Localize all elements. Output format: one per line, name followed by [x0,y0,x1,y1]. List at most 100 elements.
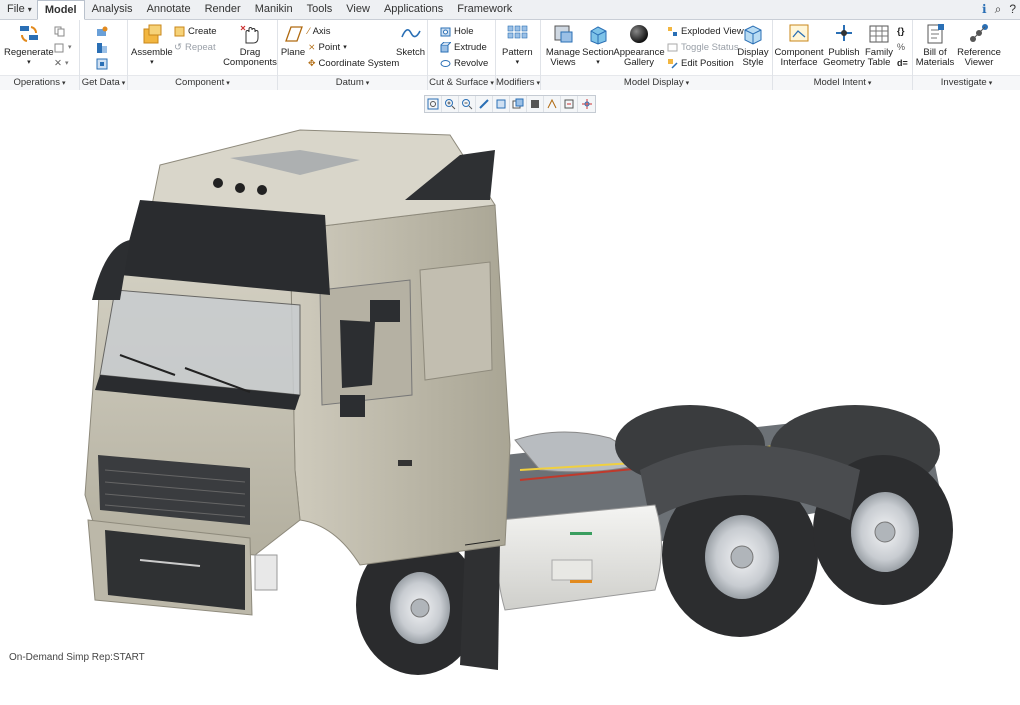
graphics-window[interactable]: On-Demand Simp Rep:START [0,90,1020,705]
revolve-icon [440,58,451,69]
group-label-cut-surface[interactable]: Cut & Surface ▾ [428,75,495,90]
reference-viewer-button[interactable]: Reference Viewer [957,22,1001,68]
group-investigate: Bill of Materials Reference Viewer Inves… [913,20,1020,90]
toggle-status-button[interactable]: Toggle Status [667,40,739,54]
component-interface-button[interactable]: Component Interface [774,22,824,68]
tab-manikin[interactable]: Manikin [248,1,300,19]
group-operations: Regenerate ▾ ▾ ✕ ▾ Operations ▾ [0,20,80,90]
revolve-button[interactable]: Revolve [440,56,488,70]
tab-file-label: File [7,3,25,15]
group-modifiers: Pattern ▾ Modifiers ▾ [496,20,541,90]
plane-icon [280,22,306,46]
plane-button[interactable]: Plane [280,22,306,58]
relations-button[interactable]: {} [897,24,904,38]
sketch-label: Sketch [396,47,426,58]
group-label-model-intent[interactable]: Model Intent ▾ [773,75,912,90]
display-style-label: Display Style [737,47,769,68]
help-icon[interactable]: ℹ [982,2,987,17]
drag-components-label: Drag Components [223,47,277,68]
assemble-label: Assemble [131,47,173,58]
drag-hand-icon [237,22,263,46]
view-manager-icon[interactable] [493,96,510,112]
tab-view[interactable]: View [339,1,377,19]
create-icon [174,26,185,37]
plane-label: Plane [280,47,306,58]
repeat-icon: ↺ [174,41,182,53]
import-icon [96,26,108,37]
regenerate-button[interactable]: Regenerate ▾ [4,22,54,68]
coordinate-system-button[interactable]: ✥ Coordinate System [308,56,399,70]
exploded-view-button[interactable]: Exploded View [667,24,744,38]
section-button[interactable]: Section ▾ [582,22,614,68]
refit-icon[interactable] [425,96,442,112]
tab-model[interactable]: Model [36,0,85,20]
tab-file[interactable]: File ▾ [2,1,37,19]
group-label-model-display[interactable]: Model Display ▾ [541,75,772,90]
tab-tools[interactable]: Tools [300,1,340,19]
spin-center-icon[interactable] [578,96,595,112]
datum-display-icon[interactable] [544,96,561,112]
copy-button[interactable] [54,24,65,38]
zoom-out-icon[interactable] [459,96,476,112]
group-label-modifiers[interactable]: Modifiers ▾ [496,75,540,90]
group-label-get-data[interactable]: Get Data ▾ [80,75,127,90]
appearance-gallery-label: Appearance Gallery [613,47,665,68]
merge-icon [96,42,107,53]
tab-framework[interactable]: Framework [450,1,519,19]
help-question-icon[interactable]: ? [1009,2,1016,17]
assemble-button[interactable]: Assemble ▾ [131,22,173,68]
section-icon [585,22,611,46]
zoom-in-icon[interactable] [442,96,459,112]
delete-button[interactable]: ✕ ▾ [54,56,68,70]
group-label-operations[interactable]: Operations ▾ [0,75,79,90]
pattern-button[interactable]: Pattern ▾ [502,22,533,68]
get-data-button-1[interactable] [96,24,108,38]
saved-orientations-icon[interactable] [510,96,527,112]
annotation-display-icon[interactable] [561,96,578,112]
sketch-button[interactable]: Sketch [396,22,425,58]
extrude-button[interactable]: Extrude [440,40,487,54]
csys-icon: ✥ [308,57,316,68]
publish-geometry-label: Publish Geometry [823,47,865,68]
truck-3d-model[interactable] [0,90,1020,705]
drag-components-button[interactable]: Drag Components [223,22,277,68]
group-label-investigate[interactable]: Investigate ▾ [913,75,1020,90]
edit-position-button[interactable]: Edit Position [667,56,734,70]
hole-button[interactable]: Hole [440,24,474,38]
repaint-icon[interactable] [476,96,493,112]
hole-icon [440,26,451,37]
switch-dimensions-button[interactable]: d= [897,56,908,70]
bill-of-materials-button[interactable]: Bill of Materials [915,22,955,68]
extrude-icon [440,41,453,53]
group-model-intent: Component Interface Publish Geometry Fam… [773,20,913,90]
family-table-button[interactable]: Family Table [865,22,893,68]
get-data-button-2[interactable] [96,40,107,54]
tab-analysis[interactable]: Analysis [85,1,140,19]
regenerate-icon [16,22,42,46]
group-label-component[interactable]: Component ▾ [128,75,277,90]
point-button[interactable]: ⨯ Point ▾ [308,40,347,54]
appearance-gallery-button[interactable]: Appearance Gallery [613,22,665,68]
display-style-button[interactable]: Display Style [737,22,769,68]
create-button[interactable]: Create [174,24,217,38]
repeat-button[interactable]: ↺ Repeat [174,40,216,54]
group-label-datum[interactable]: Datum ▾ [278,75,427,90]
get-data-button-3[interactable] [96,56,108,70]
search-icon[interactable]: ⌕ [995,2,1002,17]
display-style-small-icon[interactable] [527,96,544,112]
tab-render[interactable]: Render [198,1,248,19]
tab-annotate[interactable]: Annotate [140,1,198,19]
status-message: On-Demand Simp Rep:START [9,652,145,663]
exploded-view-icon [667,26,678,37]
regenerate-label: Regenerate [4,47,54,58]
chevron-down-icon: ▾ [27,5,32,14]
publish-geometry-icon [831,22,857,46]
chevron-down-icon: ▾ [150,59,154,66]
axis-button[interactable]: ⁄ Axis [308,24,331,38]
parameters-button[interactable]: % [897,40,905,54]
tab-applications[interactable]: Applications [377,1,450,19]
toggle-status-icon [667,42,678,53]
manage-views-button[interactable]: Manage Views [545,22,581,68]
paste-button[interactable]: ▾ [54,40,72,54]
publish-geometry-button[interactable]: Publish Geometry [823,22,865,68]
